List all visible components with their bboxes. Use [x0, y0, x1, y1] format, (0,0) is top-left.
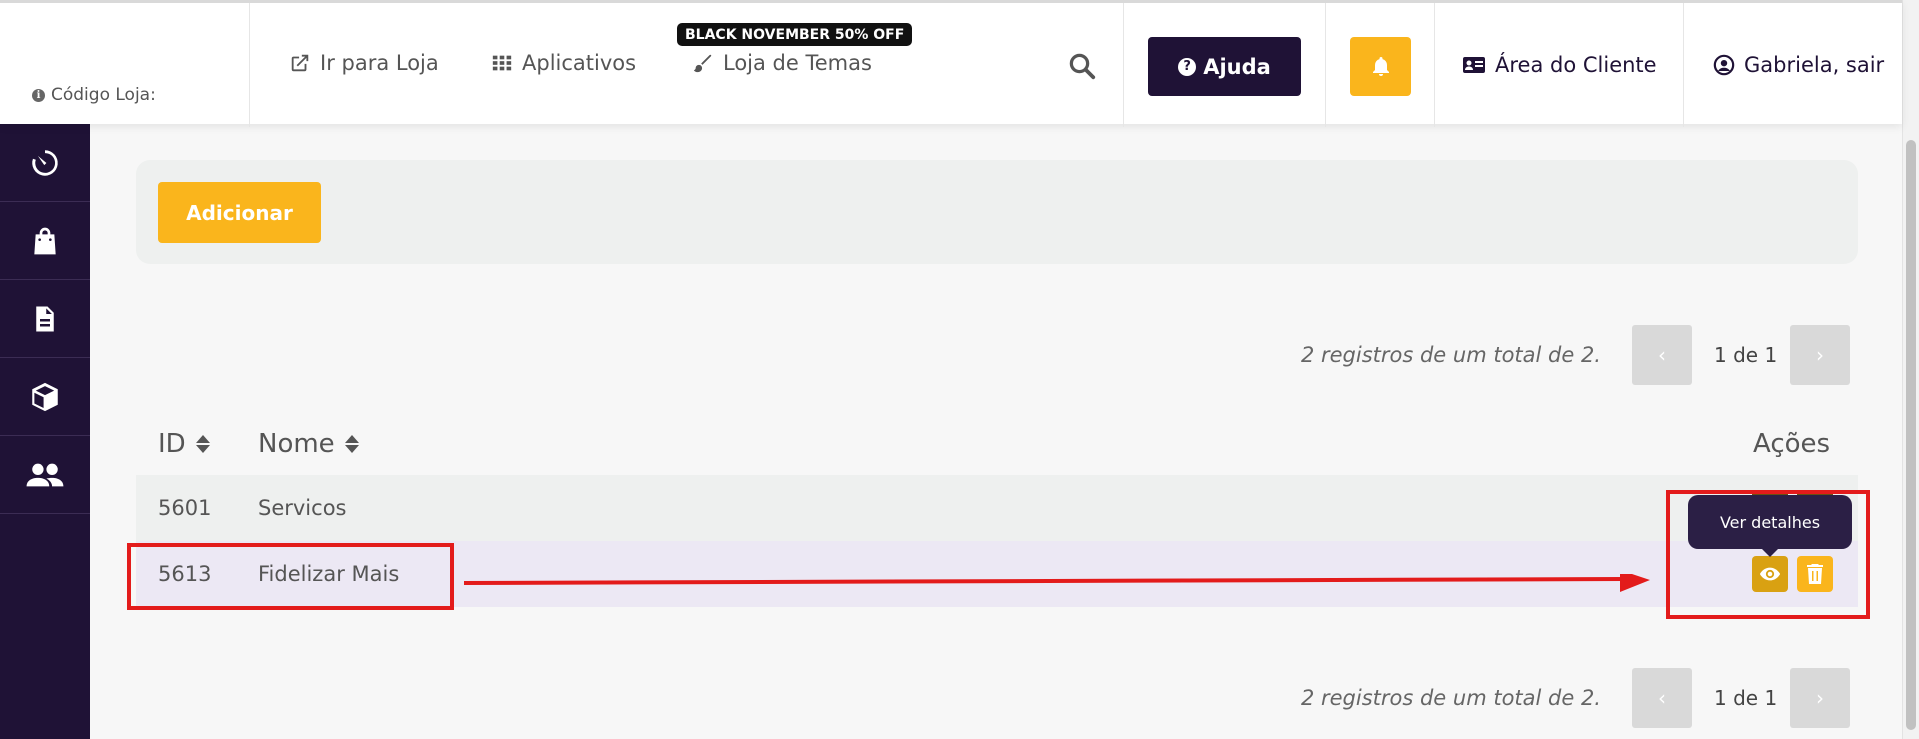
client-area-label: Área do Cliente — [1495, 53, 1657, 77]
search-button[interactable] — [1067, 51, 1097, 85]
pagination-top: 2 registros de um total de 2. ‹ 1 de 1 › — [0, 325, 1851, 385]
info-icon: i — [32, 88, 45, 102]
row-name: Servicos — [258, 496, 347, 520]
annotation-highlight-actions — [1666, 490, 1870, 619]
dashboard-timer-icon — [32, 149, 58, 176]
document-icon — [36, 306, 54, 331]
sidebar-item-customers[interactable] — [0, 436, 90, 514]
annotation-highlight-row — [127, 543, 454, 610]
nav-go-to-store-label: Ir para Loja — [320, 51, 439, 75]
header-divider — [1434, 3, 1435, 127]
question-icon: ? — [1178, 57, 1197, 76]
column-actions-label: Ações — [1753, 429, 1831, 459]
sidebar — [0, 124, 90, 739]
table-row: 5601 Servicos — [136, 475, 1858, 541]
help-button[interactable]: ? Ajuda — [1148, 37, 1301, 96]
records-summary: 2 registros de um total de 2. — [1300, 686, 1601, 710]
scrollbar-thumb[interactable] — [1906, 140, 1916, 730]
search-icon — [1069, 53, 1096, 80]
client-area-link[interactable]: Área do Cliente — [1462, 53, 1657, 77]
add-button[interactable]: Adicionar — [158, 182, 321, 243]
pagination-bottom: 2 registros de um total de 2. ‹ 1 de 1 › — [0, 668, 1851, 728]
row-id: 5601 — [158, 496, 212, 520]
sort-icon — [344, 435, 359, 453]
box-icon — [32, 382, 58, 411]
users-icon — [26, 463, 64, 486]
shopping-bag-icon — [34, 227, 56, 254]
prev-page-button[interactable]: ‹ — [1632, 668, 1692, 728]
column-header-id[interactable]: ID — [158, 429, 210, 459]
nav-apps[interactable]: Aplicativos — [491, 51, 636, 75]
nav-theme-store[interactable]: Loja de Temas — [692, 51, 872, 75]
nav-theme-store-label: Loja de Temas — [723, 51, 872, 75]
annotation-arrow-icon — [463, 574, 1650, 592]
notifications-button[interactable] — [1350, 37, 1411, 96]
header-divider — [1683, 3, 1684, 127]
column-header-actions: Ações — [1753, 429, 1830, 459]
promo-badge[interactable]: BLACK NOVEMBER 50% OFF — [677, 23, 913, 46]
sidebar-item-dashboard[interactable] — [0, 124, 90, 202]
page-scrollbar[interactable] — [1902, 0, 1919, 739]
header-divider — [1325, 3, 1326, 127]
user-label: Gabriela, sair — [1744, 53, 1885, 77]
records-summary: 2 registros de um total de 2. — [1300, 343, 1601, 367]
store-code: i Código Loja: — [32, 85, 156, 105]
column-header-name[interactable]: Nome — [258, 429, 359, 459]
prev-page-button[interactable]: ‹ — [1632, 325, 1692, 385]
brush-icon — [693, 54, 712, 73]
next-page-button[interactable]: › — [1790, 668, 1850, 728]
top-header: i Código Loja: Ir para Loja Aplicativos … — [0, 0, 1902, 127]
header-divider — [1123, 3, 1124, 127]
next-page-button[interactable]: › — [1790, 325, 1850, 385]
nav-apps-label: Aplicativos — [522, 51, 637, 75]
column-name-label: Nome — [258, 429, 335, 459]
store-code-label: Código Loja: — [51, 85, 156, 105]
sidebar-item-products[interactable] — [0, 358, 90, 436]
sidebar-item-pages[interactable] — [0, 280, 90, 358]
toolbar-panel: Adicionar — [136, 160, 1858, 264]
page-indicator: 1 de 1 — [1714, 343, 1778, 367]
id-card-icon — [1463, 57, 1485, 73]
sidebar-item-orders[interactable] — [0, 202, 90, 280]
bell-icon — [1372, 56, 1389, 76]
header-divider — [249, 3, 250, 127]
column-id-label: ID — [158, 429, 186, 459]
user-circle-icon — [1713, 54, 1735, 76]
page-indicator: 1 de 1 — [1714, 686, 1778, 710]
grid-icon — [492, 55, 512, 71]
sort-icon — [195, 435, 210, 453]
nav-go-to-store[interactable]: Ir para Loja — [289, 51, 439, 75]
external-link-icon — [291, 54, 309, 72]
help-label: Ajuda — [1203, 54, 1271, 79]
user-logout-link[interactable]: Gabriela, sair — [1713, 53, 1884, 77]
